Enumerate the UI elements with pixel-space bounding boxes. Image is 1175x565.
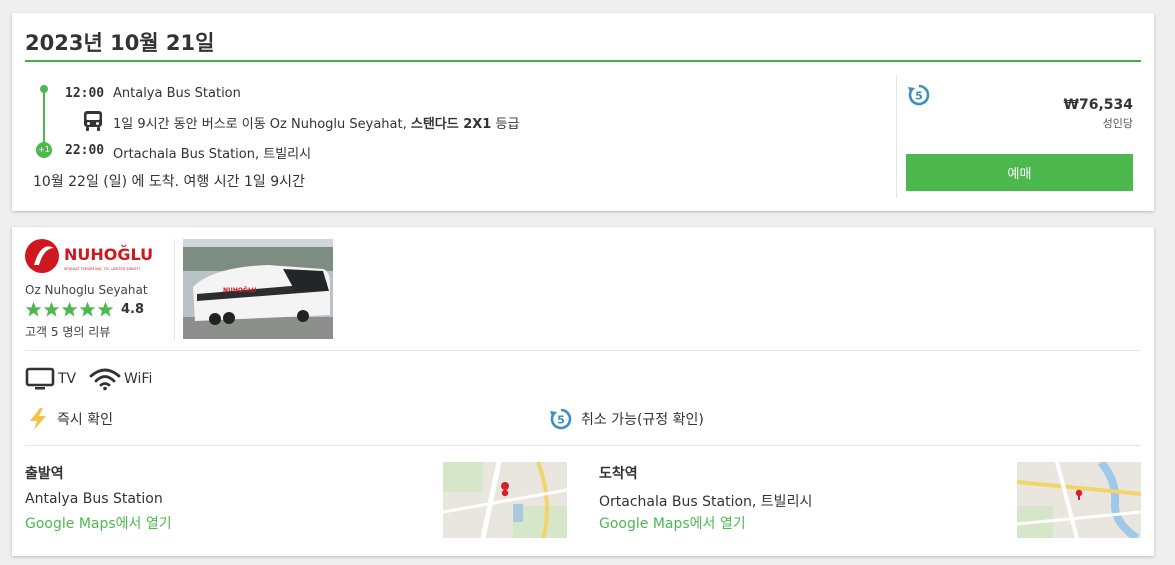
wifi-icon xyxy=(89,368,121,391)
date-divider xyxy=(25,60,1141,62)
bus-photo[interactable]: NUHOĞLU xyxy=(183,239,333,339)
depart-station: Antalya Bus Station xyxy=(113,86,241,101)
section-divider xyxy=(25,445,1141,446)
departure-station: Antalya Bus Station xyxy=(25,491,163,507)
section-divider xyxy=(25,350,1141,351)
timeline-start-dot xyxy=(40,85,48,93)
trip-card: 2023년 10월 21일 +1 12:00 Antalya Bus Stati… xyxy=(12,13,1154,211)
day-offset-badge: +1 xyxy=(36,142,52,158)
star-icon xyxy=(25,301,42,317)
refund-icon[interactable]: 5 xyxy=(907,83,931,107)
operator-name: Oz Nuhoglu Seyahat xyxy=(25,283,148,297)
refund-icon: 5 xyxy=(550,408,572,430)
arrive-station: Ortachala Bus Station, 트빌리시 xyxy=(113,147,312,162)
operator-logo: NUHOĞLU SEYAHAT TURIZM İNŞ. TİC. LIMITED… xyxy=(25,239,152,273)
amenity-tv: TV xyxy=(25,367,76,391)
operator-card: NUHOĞLU SEYAHAT TURIZM İNŞ. TİC. LIMITED… xyxy=(12,227,1154,556)
depart-time: 12:00 xyxy=(65,86,105,101)
star-icon xyxy=(79,301,96,317)
svg-text:NUHOĞLU: NUHOĞLU xyxy=(223,287,257,294)
logo-divider xyxy=(174,239,175,340)
book-button[interactable]: 예매 xyxy=(906,154,1133,191)
cancellation-policy-label: 취소 가능(규정 확인) xyxy=(581,412,704,428)
instant-confirmation-label: 즉시 확인 xyxy=(57,412,113,428)
star-icon xyxy=(97,301,114,317)
lightning-icon xyxy=(30,408,46,430)
svg-text:5: 5 xyxy=(915,90,923,103)
arrive-time: 22:00 xyxy=(65,143,105,158)
svg-text:NUHOĞLU: NUHOĞLU xyxy=(64,245,152,264)
amenity-tv-label: TV xyxy=(58,371,77,387)
bus-class: 스탠다드 2X1 xyxy=(410,117,492,132)
bus-icon xyxy=(84,111,102,131)
arrival-label: 도착역 xyxy=(599,466,638,482)
price-per-label: 성인당 xyxy=(1102,117,1133,130)
instant-confirmation: 즉시 확인 xyxy=(27,407,113,431)
rating-value: 4.8 xyxy=(121,302,145,317)
tv-icon xyxy=(25,367,55,390)
departure-map[interactable] xyxy=(443,462,567,538)
svg-text:5: 5 xyxy=(557,414,565,427)
price-divider xyxy=(896,75,897,198)
timeline-line xyxy=(43,89,45,149)
svg-text:SEYAHAT TURIZM İNŞ. TİC. LIMIT: SEYAHAT TURIZM İNŞ. TİC. LIMITED ŞİRKETİ xyxy=(64,266,140,271)
star-icon xyxy=(43,301,60,317)
cancellation-policy[interactable]: 5 취소 가능(규정 확인) xyxy=(549,407,704,431)
review-count[interactable]: 고객 5 명의 리뷰 xyxy=(25,323,110,340)
arrival-note: 10월 22일 (일) 에 도착. 여행 시간 1일 9시간 xyxy=(33,174,305,190)
departure-label: 출발역 xyxy=(25,466,64,482)
star-icon xyxy=(61,301,78,317)
trip-date: 2023년 10월 21일 xyxy=(25,31,215,55)
route-suffix: 등급 xyxy=(491,117,520,132)
route-description: 1일 9시간 동안 버스로 이동 Oz Nuhoglu Seyahat, 스탠다… xyxy=(113,113,519,132)
arrival-map[interactable] xyxy=(1017,462,1141,538)
arrival-station: Ortachala Bus Station, 트빌리시 xyxy=(599,494,813,510)
arrival-maps-link[interactable]: Google Maps에서 열기 xyxy=(599,513,746,533)
rating-stars: 4.8 xyxy=(25,301,144,318)
amenity-wifi: WiFi xyxy=(89,367,152,391)
ticket-price: ₩76,534 xyxy=(1063,97,1133,113)
amenity-wifi-label: WiFi xyxy=(124,371,153,387)
route-prefix: 1일 9시간 동안 버스로 이동 Oz Nuhoglu Seyahat, xyxy=(113,117,411,132)
departure-maps-link[interactable]: Google Maps에서 열기 xyxy=(25,513,172,533)
